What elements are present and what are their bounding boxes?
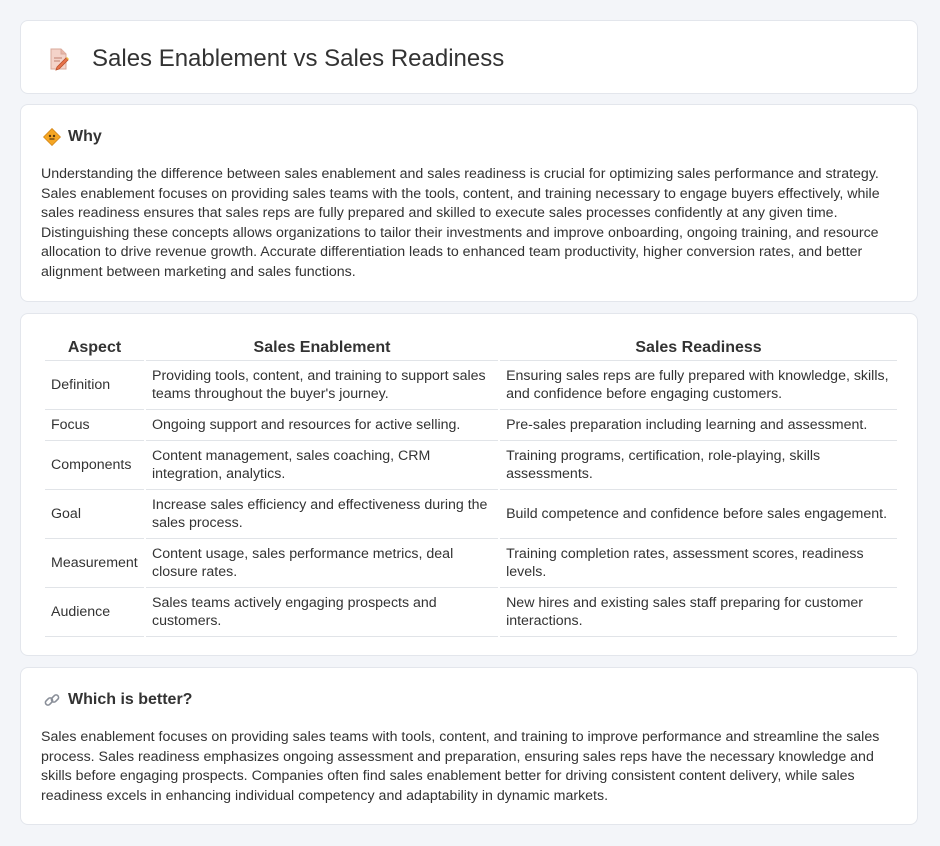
aspect-cell: Focus [45,410,144,441]
enablement-cell: Ongoing support and resources for active… [145,410,499,441]
readiness-cell: Training programs, certification, role-p… [500,441,897,490]
readiness-cell: Ensuring sales reps are fully prepared w… [500,361,897,410]
table-row: Focus Ongoing support and resources for … [45,410,897,441]
table-row: Components Content management, sales coa… [45,441,897,490]
readiness-cell: Build competence and confidence before s… [500,490,897,539]
header-aspect: Aspect [45,334,144,361]
better-heading: Which is better? [68,691,193,708]
page-title: Sales Enablement vs Sales Readiness [92,45,505,72]
why-heading-row: Why [42,127,102,147]
readiness-cell: Pre-sales preparation including learning… [500,410,897,441]
better-heading-row: Which is better? [43,691,192,709]
header-sales-enablement: Sales Enablement [145,334,499,361]
enablement-cell: Content management, sales coaching, CRM … [145,441,499,490]
table-row: Definition Providing tools, content, and… [45,361,897,410]
diamond-sign-icon [42,127,62,147]
enablement-cell: Increase sales efficiency and effectiven… [145,490,499,539]
comparison-table: Aspect Sales Enablement Sales Readiness … [43,334,899,637]
better-paragraph: Sales enablement focuses on providing sa… [41,729,880,804]
aspect-cell: Components [45,441,144,490]
link-icon [43,691,61,709]
table-row: Goal Increase sales efficiency and effec… [45,490,897,539]
readiness-cell: Training completion rates, assessment sc… [500,539,897,588]
enablement-cell: Content usage, sales performance metrics… [145,539,499,588]
why-section: Why Understanding the difference between… [20,104,918,302]
aspect-cell: Definition [45,361,144,410]
readiness-cell: New hires and existing sales staff prepa… [500,588,897,637]
which-is-better-section: Which is better? Sales enablement focuse… [20,667,918,825]
aspect-cell: Audience [45,588,144,637]
enablement-cell: Sales teams actively engaging prospects … [145,588,499,637]
header-sales-readiness: Sales Readiness [500,334,897,361]
comparison-section: Aspect Sales Enablement Sales Readiness … [20,313,918,656]
why-paragraph: Understanding the difference between sal… [41,166,880,280]
table-row: Audience Sales teams actively engaging p… [45,588,897,637]
header-card: Sales Enablement vs Sales Readiness [20,20,918,94]
aspect-cell: Goal [45,490,144,539]
why-heading: Why [68,128,102,145]
aspect-cell: Measurement [45,539,144,588]
table-header-row: Aspect Sales Enablement Sales Readiness [45,334,897,361]
document-pencil-icon [48,47,70,71]
table-row: Measurement Content usage, sales perform… [45,539,897,588]
enablement-cell: Providing tools, content, and training t… [145,361,499,410]
